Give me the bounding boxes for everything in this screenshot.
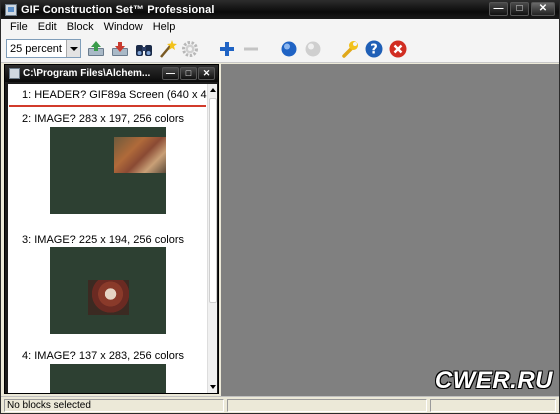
watermark-logo: CWER.RU: [434, 367, 553, 394]
app-icon[interactable]: [5, 4, 17, 16]
menu-edit[interactable]: Edit: [33, 21, 62, 33]
block-list[interactable]: 1: HEADER? GIF89a Screen (640 x 480) 2: …: [8, 84, 207, 393]
zoom-value: 25 percent: [10, 42, 62, 55]
thumbnail-picture-1: [114, 137, 166, 173]
stop-button[interactable]: [303, 39, 323, 59]
image-thumbnail-3[interactable]: [50, 364, 166, 393]
window-controls: — □ ✕: [489, 2, 555, 16]
document-close-button[interactable]: ✕: [198, 67, 215, 80]
main-window: GIF Construction Set™ Professional — □ ✕…: [0, 0, 560, 414]
minimize-button[interactable]: —: [489, 2, 508, 16]
scrollbar-thumb[interactable]: [209, 98, 217, 303]
gear-icon: [182, 41, 198, 57]
chevron-down-icon[interactable]: [66, 40, 80, 57]
minus-icon: [244, 47, 258, 51]
settings-button[interactable]: [180, 39, 200, 59]
maximize-button[interactable]: □: [510, 2, 529, 16]
help-button[interactable]: ?: [364, 39, 384, 59]
binoculars-icon: [136, 45, 152, 56]
menu-help[interactable]: Help: [148, 21, 181, 33]
close-red-icon: [389, 40, 407, 58]
scroll-down-arrow-icon[interactable]: [209, 383, 217, 391]
add-button[interactable]: [217, 39, 237, 59]
window-title: GIF Construction Set™ Professional: [21, 4, 215, 16]
load-button[interactable]: [86, 39, 106, 59]
block-item-image-3[interactable]: 4: IMAGE? 137 x 283, 256 colors: [22, 350, 184, 362]
find-button[interactable]: [134, 39, 154, 59]
title-bar[interactable]: GIF Construction Set™ Professional — □ ✕: [1, 1, 559, 19]
gray-ball-icon: [305, 41, 321, 57]
save-button[interactable]: [110, 39, 130, 59]
blue-ball-icon: [281, 41, 297, 57]
scroll-up-arrow-icon[interactable]: [209, 86, 217, 94]
wizard-wand-icon: [160, 40, 177, 58]
save-icon: [112, 42, 128, 56]
wizard-button[interactable]: [158, 39, 178, 59]
document-title-bar[interactable]: C:\Program Files\Alchem... — □ ✕: [5, 65, 218, 82]
block-item-image-2[interactable]: 3: IMAGE? 225 x 194, 256 colors: [22, 234, 184, 246]
zoom-select[interactable]: 25 percent: [6, 39, 81, 58]
status-bar: No blocks selected: [1, 396, 559, 413]
remove-button[interactable]: [241, 39, 261, 59]
menu-window[interactable]: Window: [99, 21, 148, 33]
document-window-controls: — □ ✕: [162, 67, 215, 80]
toolbar: 25 percent ?: [1, 35, 559, 63]
workspace-area[interactable]: [221, 64, 559, 396]
document-minimize-button[interactable]: —: [162, 67, 179, 80]
thumbnail-picture-2: [88, 280, 129, 315]
load-icon: [88, 41, 104, 56]
plus-icon: [220, 42, 234, 56]
image-thumbnail-1[interactable]: [50, 127, 166, 214]
document-icon: [9, 68, 20, 79]
help-icon: ?: [365, 40, 383, 58]
exit-button[interactable]: [388, 39, 408, 59]
document-title: C:\Program Files\Alchem...: [23, 68, 151, 79]
status-panel-right: [430, 399, 556, 412]
setup-button[interactable]: [340, 39, 360, 59]
block-list-scrollbar[interactable]: [207, 84, 217, 393]
document-maximize-button[interactable]: □: [180, 67, 197, 80]
wrench-icon: [342, 41, 358, 58]
menu-file[interactable]: File: [5, 21, 33, 33]
document-window: C:\Program Files\Alchem... — □ ✕ 1: HEAD…: [4, 64, 219, 394]
play-button[interactable]: [279, 39, 299, 59]
svg-text:?: ?: [370, 43, 378, 58]
image-thumbnail-2[interactable]: [50, 247, 166, 334]
block-item-image-1[interactable]: 2: IMAGE? 283 x 197, 256 colors: [22, 113, 184, 125]
block-item-header[interactable]: 1: HEADER? GIF89a Screen (640 x 480): [22, 89, 207, 101]
status-message: No blocks selected: [4, 399, 224, 412]
close-button[interactable]: ✕: [531, 2, 555, 16]
status-panel-middle: [227, 399, 427, 412]
menu-block[interactable]: Block: [62, 21, 99, 33]
menu-bar: File Edit Block Window Help: [1, 19, 559, 35]
